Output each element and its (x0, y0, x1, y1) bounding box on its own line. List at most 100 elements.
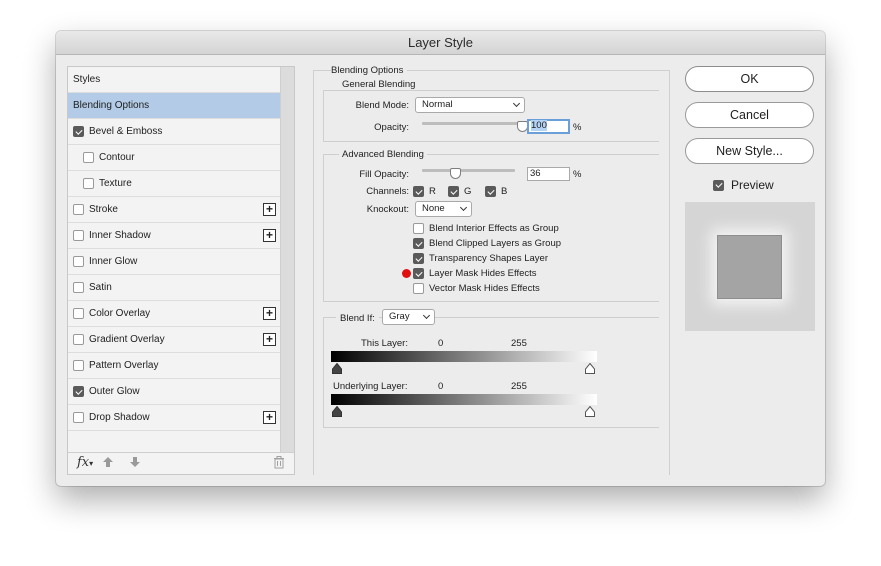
blend-if-left-line (323, 317, 324, 427)
opacity-label: Opacity: (374, 122, 409, 133)
underlying-layer-gradient (331, 394, 597, 405)
style-item-checkbox[interactable] (73, 412, 84, 423)
advanced-blending-left-line (323, 154, 324, 301)
style-item-checkbox[interactable] (83, 152, 94, 163)
opacity-slider-track[interactable] (422, 122, 522, 125)
channel-r[interactable]: R (413, 186, 436, 197)
style-item-checkbox[interactable] (73, 126, 84, 137)
preview-swatch (717, 235, 782, 299)
style-item-label: Pattern Overlay (89, 360, 159, 371)
option-layer-mask-hides-effects[interactable]: Layer Mask Hides Effects (413, 268, 537, 279)
style-item-checkbox[interactable] (73, 282, 84, 293)
option-label: Layer Mask Hides Effects (429, 268, 537, 279)
option-blend-interior-effects-as-group[interactable]: Blend Interior Effects as Group (413, 223, 559, 234)
style-item-texture[interactable]: Texture (68, 171, 280, 197)
move-up-icon[interactable] (102, 456, 114, 471)
style-item-drop-shadow[interactable]: Drop Shadow + (68, 405, 280, 431)
this-layer-gradient (331, 351, 597, 362)
styles-scrollbar[interactable] (280, 67, 294, 452)
preview-checkbox[interactable] (713, 179, 724, 191)
styles-header[interactable]: Styles (68, 67, 280, 93)
option-checkbox[interactable] (413, 268, 424, 279)
ok-button[interactable]: OK (685, 66, 814, 92)
style-item-inner-shadow[interactable]: Inner Shadow + (68, 223, 280, 249)
blend-mode-value: Normal (422, 99, 453, 110)
style-item-label: Contour (99, 152, 135, 163)
channel-checkbox[interactable] (413, 186, 424, 197)
channel-label: B (501, 186, 508, 197)
style-item-contour[interactable]: Contour (68, 145, 280, 171)
style-item-bevel-emboss[interactable]: Bevel & Emboss (68, 119, 280, 145)
move-down-icon[interactable] (129, 456, 141, 471)
styles-panel: Styles Blending Options Bevel & Emboss Con… (67, 66, 295, 475)
general-blending-bottom-line (323, 141, 659, 142)
underlying-layer-white-thumb[interactable] (585, 405, 595, 417)
styles-footer: fx▾ (68, 452, 294, 474)
style-item-satin[interactable]: Satin (68, 275, 280, 301)
style-item-color-overlay[interactable]: Color Overlay + (68, 301, 280, 327)
channel-b[interactable]: B (485, 186, 507, 197)
style-item-checkbox[interactable] (73, 360, 84, 371)
add-effect-plus-icon[interactable]: + (263, 411, 276, 424)
style-item-stroke[interactable]: Stroke + (68, 197, 280, 223)
general-blending-top-line (323, 90, 659, 91)
opacity-value: 100 (531, 120, 547, 131)
fill-opacity-input[interactable]: 36 (527, 167, 570, 181)
knockout-select[interactable]: None (415, 201, 472, 217)
underlying-layer-label: Underlying Layer: (333, 381, 408, 392)
add-effect-plus-icon[interactable]: + (263, 333, 276, 346)
style-item-inner-glow[interactable]: Inner Glow (68, 249, 280, 275)
option-blend-clipped-layers-as-group[interactable]: Blend Clipped Layers as Group (413, 238, 561, 249)
blending-options-title: Blending Options (331, 65, 408, 76)
this-layer-white-thumb[interactable] (585, 362, 595, 374)
cancel-button[interactable]: Cancel (685, 102, 814, 128)
style-item-checkbox[interactable] (73, 308, 84, 319)
channel-checkbox[interactable] (485, 186, 496, 197)
blend-mode-label: Blend Mode: (355, 100, 409, 111)
option-checkbox[interactable] (413, 238, 424, 249)
style-item-gradient-overlay[interactable]: Gradient Overlay + (68, 327, 280, 353)
add-effect-plus-icon[interactable]: + (263, 307, 276, 320)
option-checkbox[interactable] (413, 253, 424, 264)
this-layer-black-thumb[interactable] (332, 362, 342, 374)
fill-opacity-slider-track[interactable] (422, 169, 515, 172)
style-item-blending-options[interactable]: Blending Options (68, 93, 280, 119)
this-layer-label: This Layer: (361, 338, 408, 349)
layer-style-dialog: Layer Style Styles Blending Options Bevel… (56, 31, 825, 486)
blend-mode-select[interactable]: Normal (415, 97, 525, 113)
preview-toggle[interactable]: Preview (713, 178, 774, 192)
advanced-blending-bottom-line (323, 301, 659, 302)
red-marker-dot (402, 269, 411, 278)
fill-opacity-unit: % (573, 169, 582, 180)
style-item-label: Inner Shadow (89, 230, 151, 241)
option-transparency-shapes-layer[interactable]: Transparency Shapes Layer (413, 253, 548, 264)
style-item-label: Inner Glow (89, 256, 138, 267)
style-item-checkbox[interactable] (73, 204, 84, 215)
style-item-label: Outer Glow (89, 386, 140, 397)
option-checkbox[interactable] (413, 283, 424, 294)
style-item-checkbox[interactable] (83, 178, 94, 189)
underlying-layer-black-thumb[interactable] (332, 405, 342, 417)
opacity-input[interactable]: 100 (527, 119, 570, 134)
this-layer-min: 0 (438, 338, 444, 349)
style-item-checkbox[interactable] (73, 256, 84, 267)
channel-g[interactable]: G (448, 186, 471, 197)
add-effect-plus-icon[interactable]: + (263, 229, 276, 242)
style-item-label: Stroke (89, 204, 118, 215)
new-style-button[interactable]: New Style... (685, 138, 814, 164)
channel-checkbox[interactable] (448, 186, 459, 197)
trash-icon[interactable] (273, 456, 285, 472)
style-item-outer-glow[interactable]: Outer Glow (68, 379, 280, 405)
style-item-checkbox[interactable] (73, 334, 84, 345)
window-title: Layer Style (56, 31, 825, 55)
underlying-layer-min: 0 (438, 381, 444, 392)
add-effect-plus-icon[interactable]: + (263, 203, 276, 216)
option-label: Blend Clipped Layers as Group (429, 238, 562, 249)
fx-icon[interactable]: fx▾ (77, 455, 93, 470)
style-item-pattern-overlay[interactable]: Pattern Overlay (68, 353, 280, 379)
style-item-checkbox[interactable] (73, 230, 84, 241)
option-vector-mask-hides-effects[interactable]: Vector Mask Hides Effects (413, 283, 540, 294)
style-item-checkbox[interactable] (73, 386, 84, 397)
option-checkbox[interactable] (413, 223, 424, 234)
blend-if-select[interactable]: Gray (382, 309, 435, 325)
